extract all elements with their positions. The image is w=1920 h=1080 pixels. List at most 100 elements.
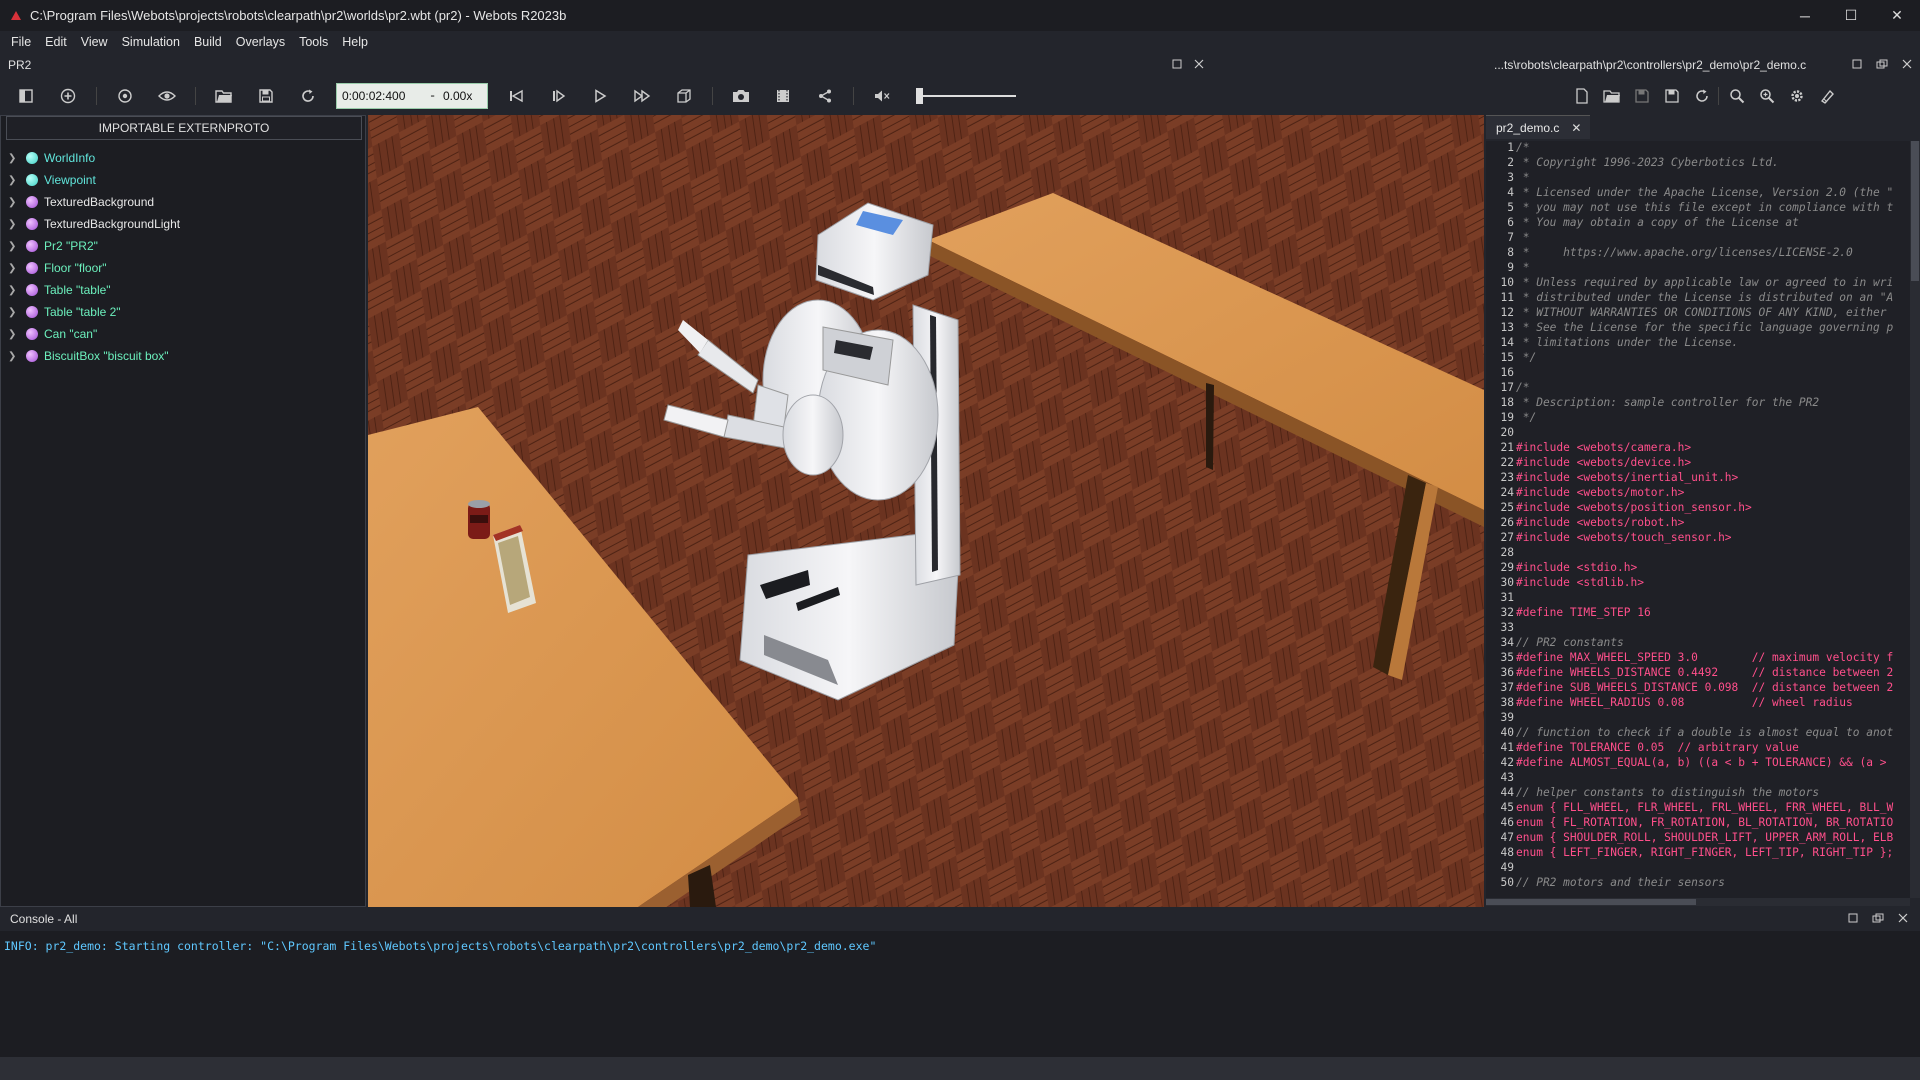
tree-item-worldinfo[interactable]: ❯ WorldInfo	[0, 147, 366, 169]
code-line[interactable]: 30 #include <stdlib.h>	[1486, 576, 1910, 591]
tree-item-viewpoint[interactable]: ❯ Viewpoint	[0, 169, 366, 191]
code-line[interactable]: 21 #include <webots/camera.h>	[1486, 441, 1910, 456]
code-line[interactable]: 1/*	[1486, 141, 1910, 156]
code-line[interactable]: 19 */	[1486, 411, 1910, 426]
chevron-right-icon[interactable]: ❯	[8, 329, 22, 340]
toggle-scene-tree-icon[interactable]	[12, 82, 40, 110]
render-toggle-icon[interactable]	[670, 82, 698, 110]
tree-item-biscuit-box[interactable]: ❯ BiscuitBox "biscuit box"	[0, 345, 366, 367]
replace-icon[interactable]	[1753, 82, 1781, 110]
tree-item-texturedbackground[interactable]: ❯ TexturedBackground	[0, 191, 366, 213]
float-pane-icon[interactable]	[1848, 912, 1858, 926]
reset-simulation-icon[interactable]	[502, 82, 530, 110]
importable-externproto-button[interactable]: IMPORTABLE EXTERNPROTO	[6, 116, 362, 140]
code-line[interactable]: 7 *	[1486, 231, 1910, 246]
code-line[interactable]: 9 *	[1486, 261, 1910, 276]
code-line[interactable]: 14 * limitations under the License.	[1486, 336, 1910, 351]
menu-edit[interactable]: Edit	[38, 35, 74, 49]
code-line[interactable]: 11 * distributed under the License is di…	[1486, 291, 1910, 306]
code-line[interactable]: 48 enum { LEFT_FINGER, RIGHT_FINGER, LEFT…	[1486, 846, 1910, 861]
fast-forward-icon[interactable]	[628, 82, 656, 110]
code-line[interactable]: 5 * you may not use this file except in …	[1486, 201, 1910, 216]
screenshot-camera-icon[interactable]	[727, 82, 755, 110]
code-line[interactable]: 26 #include <webots/robot.h>	[1486, 516, 1910, 531]
chevron-right-icon[interactable]: ❯	[8, 307, 22, 318]
code-line[interactable]: 2 * Copyright 1996-2023 Cyberbotics Ltd.	[1486, 156, 1910, 171]
code-line[interactable]: 15 */	[1486, 351, 1910, 366]
build-gear-icon[interactable]	[1783, 82, 1811, 110]
code-line[interactable]: 33	[1486, 621, 1910, 636]
code-line[interactable]: 25 #include <webots/position_sensor.h>	[1486, 501, 1910, 516]
code-line[interactable]: 12 * WITHOUT WARRANTIES OR CONDITIONS OF…	[1486, 306, 1910, 321]
tree-item-table-2[interactable]: ❯ Table "table 2"	[0, 301, 366, 323]
maximize-button[interactable]: ☐	[1828, 0, 1874, 31]
scrollbar-thumb[interactable]	[1911, 141, 1919, 281]
chevron-right-icon[interactable]: ❯	[8, 153, 22, 164]
menu-tools[interactable]: Tools	[292, 35, 335, 49]
menu-simulation[interactable]: Simulation	[115, 35, 187, 49]
code-line[interactable]: 42 #define ALMOST_EQUAL(a, b) ((a < b + T…	[1486, 756, 1910, 771]
code-line[interactable]: 41 #define TOLERANCE 0.05 // arbitrary va…	[1486, 741, 1910, 756]
open-file-icon[interactable]	[1598, 82, 1626, 110]
reset-viewpoint-icon[interactable]	[111, 82, 139, 110]
menu-file[interactable]: File	[4, 35, 38, 49]
find-icon[interactable]	[1723, 82, 1751, 110]
share-icon[interactable]	[811, 82, 839, 110]
code-line[interactable]: 40// function to check if a double is al…	[1486, 726, 1910, 741]
chevron-right-icon[interactable]: ❯	[8, 197, 22, 208]
close-pane-icon[interactable]	[1194, 58, 1204, 72]
code-line[interactable]: 4 * Licensed under the Apache License, V…	[1486, 186, 1910, 201]
float-pane-icon[interactable]	[1852, 58, 1862, 72]
vertical-scrollbar[interactable]	[1910, 141, 1920, 898]
close-window-button[interactable]: ✕	[1874, 0, 1920, 31]
code-line[interactable]: 13 * See the License for the specific la…	[1486, 321, 1910, 336]
code-line[interactable]: 3 *	[1486, 171, 1910, 186]
code-editor[interactable]: 1/* 2 * Copyright 1996-2023 Cyberbotics L…	[1486, 141, 1910, 898]
close-pane-icon[interactable]	[1898, 912, 1908, 926]
eye-icon[interactable]	[153, 82, 181, 110]
undock-pane-icon[interactable]	[1876, 58, 1888, 72]
menu-help[interactable]: Help	[335, 35, 375, 49]
clean-brush-icon[interactable]	[1813, 82, 1841, 110]
tree-item-floor[interactable]: ❯ Floor "floor"	[0, 257, 366, 279]
revert-file-icon[interactable]	[1688, 82, 1716, 110]
chevron-right-icon[interactable]: ❯	[8, 219, 22, 230]
play-icon[interactable]	[586, 82, 614, 110]
tab-pr2-demo-c[interactable]: pr2_demo.c ✕	[1486, 115, 1590, 139]
open-world-icon[interactable]	[210, 82, 238, 110]
save-file-icon[interactable]	[1628, 82, 1656, 110]
code-line[interactable]: 43	[1486, 771, 1910, 786]
step-icon[interactable]	[544, 82, 572, 110]
tree-item-table[interactable]: ❯ Table "table"	[0, 279, 366, 301]
code-line[interactable]: 27 #include <webots/touch_sensor.h>	[1486, 531, 1910, 546]
code-line[interactable]: 36 #define WHEELS_DISTANCE 0.4492 // dist…	[1486, 666, 1910, 681]
code-line[interactable]: 10 * Unless required by applicable law o…	[1486, 276, 1910, 291]
save-world-icon[interactable]	[252, 82, 280, 110]
tree-item-can[interactable]: ❯ Can "can"	[0, 323, 366, 345]
horizontal-scrollbar[interactable]	[1486, 898, 1910, 906]
close-tab-icon[interactable]: ✕	[1571, 121, 1581, 135]
mute-speaker-icon[interactable]	[868, 82, 896, 110]
code-line[interactable]: 47 enum { SHOULDER_ROLL, SHOULDER_LIFT, U…	[1486, 831, 1910, 846]
code-line[interactable]: 44// helper constants to distinguish the…	[1486, 786, 1910, 801]
add-node-icon[interactable]	[54, 82, 82, 110]
volume-slider[interactable]	[916, 87, 1016, 105]
scrollbar-thumb[interactable]	[1486, 899, 1696, 905]
chevron-right-icon[interactable]: ❯	[8, 263, 22, 274]
code-line[interactable]: 24 #include <webots/motor.h>	[1486, 486, 1910, 501]
menu-view[interactable]: View	[74, 35, 115, 49]
close-pane-icon[interactable]	[1902, 58, 1912, 72]
code-line[interactable]: 39	[1486, 711, 1910, 726]
3d-scene-render[interactable]	[368, 115, 1484, 907]
code-line[interactable]: 38 #define WHEEL_RADIUS 0.08 // wheel rad…	[1486, 696, 1910, 711]
code-line[interactable]: 17/*	[1486, 381, 1910, 396]
code-line[interactable]: 31	[1486, 591, 1910, 606]
code-line[interactable]: 45 enum { FLL_WHEEL, FLR_WHEEL, FRL_WHEEL…	[1486, 801, 1910, 816]
chevron-right-icon[interactable]: ❯	[8, 285, 22, 296]
code-line[interactable]: 23 #include <webots/inertial_unit.h>	[1486, 471, 1910, 486]
code-line[interactable]: 35 #define MAX_WHEEL_SPEED 3.0 // maximum…	[1486, 651, 1910, 666]
chevron-right-icon[interactable]: ❯	[8, 351, 22, 362]
tree-item-texturedbackgroundlight[interactable]: ❯ TexturedBackgroundLight	[0, 213, 366, 235]
code-line[interactable]: 37 #define SUB_WHEELS_DISTANCE 0.098 // d…	[1486, 681, 1910, 696]
undock-pane-icon[interactable]	[1872, 912, 1884, 926]
